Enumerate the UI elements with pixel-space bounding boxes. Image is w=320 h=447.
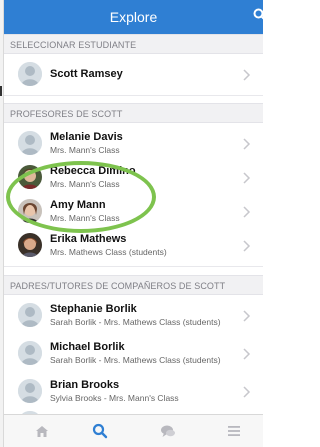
- section-parents: PADRES/TUTORES DE COMPAÑEROS DE SCOTT: [4, 275, 263, 295]
- chevron-right-icon: [243, 239, 251, 252]
- avatar-photo: [18, 165, 42, 189]
- chevron-right-icon: [243, 347, 251, 360]
- parent-row[interactable]: Stephanie Borlik Sarah Borlik - Mrs. Mat…: [4, 295, 263, 337]
- parent-name: Stephanie Borlik: [50, 303, 137, 315]
- teacher-name: Erika Mathews: [50, 233, 127, 245]
- parent-student: Sylvia Brooks - Mrs. Mann's Class: [50, 393, 179, 403]
- section-teachers: PROFESORES DE SCOTT: [4, 103, 263, 123]
- chevron-right-icon: [243, 68, 251, 81]
- teacher-name: Amy Mann: [50, 199, 106, 211]
- screen: Explore SELECCIONAR ESTUDIANTE Scott Ram…: [0, 0, 263, 447]
- page-title: Explore: [109, 9, 158, 25]
- parent-row[interactable]: Michael Borlik Sarah Borlik - Mrs. Mathe…: [4, 333, 263, 375]
- menu-icon[interactable]: [226, 423, 242, 439]
- chevron-right-icon: [243, 137, 251, 150]
- avatar: [18, 379, 42, 403]
- student-name: Scott Ramsey: [50, 68, 123, 80]
- chevron-right-icon: [243, 385, 251, 398]
- student-row[interactable]: Scott Ramsey: [4, 54, 263, 96]
- parent-student: Sarah Borlik - Mrs. Mathews Class (stude…: [50, 317, 221, 327]
- teacher-class: Mrs. Mann's Class: [50, 145, 120, 155]
- header-bar: Explore: [4, 0, 263, 34]
- chevron-right-icon: [243, 309, 251, 322]
- search-icon[interactable]: [92, 423, 108, 439]
- teacher-row[interactable]: Erika Mathews Mrs. Mathews Class (studen…: [4, 225, 263, 267]
- avatar: [18, 131, 42, 155]
- parent-name: Brian Brooks: [50, 379, 120, 391]
- avatar-photo: [18, 199, 42, 223]
- chat-icon[interactable]: [160, 423, 176, 439]
- avatar-photo: [18, 233, 42, 257]
- phone-screen: Explore SELECCIONAR ESTUDIANTE Scott Ram…: [3, 0, 263, 447]
- parent-student: Sarah Borlik - Mrs. Mathews Class (stude…: [50, 355, 221, 365]
- teacher-class: Mrs. Mann's Class: [50, 213, 120, 223]
- left-edge-mark: [0, 86, 2, 96]
- chevron-right-icon: [243, 205, 251, 218]
- parent-row[interactable]: Brian Brooks Sylvia Brooks - Mrs. Mann's…: [4, 371, 263, 413]
- avatar: [18, 62, 42, 86]
- chevron-right-icon: [243, 171, 251, 184]
- teacher-class: Mrs. Mann's Class: [50, 179, 120, 189]
- section-select-student: SELECCIONAR ESTUDIANTE: [4, 34, 263, 54]
- parent-name: Michael Borlik: [50, 341, 125, 353]
- teacher-name: Rebecca Dimino: [50, 165, 136, 177]
- avatar: [18, 341, 42, 365]
- avatar: [18, 303, 42, 327]
- teacher-name: Melanie Davis: [50, 131, 123, 143]
- tab-bar: [4, 414, 263, 447]
- search-icon[interactable]: [253, 8, 263, 22]
- home-icon[interactable]: [34, 423, 50, 439]
- teacher-class: Mrs. Mathews Class (students): [50, 247, 167, 257]
